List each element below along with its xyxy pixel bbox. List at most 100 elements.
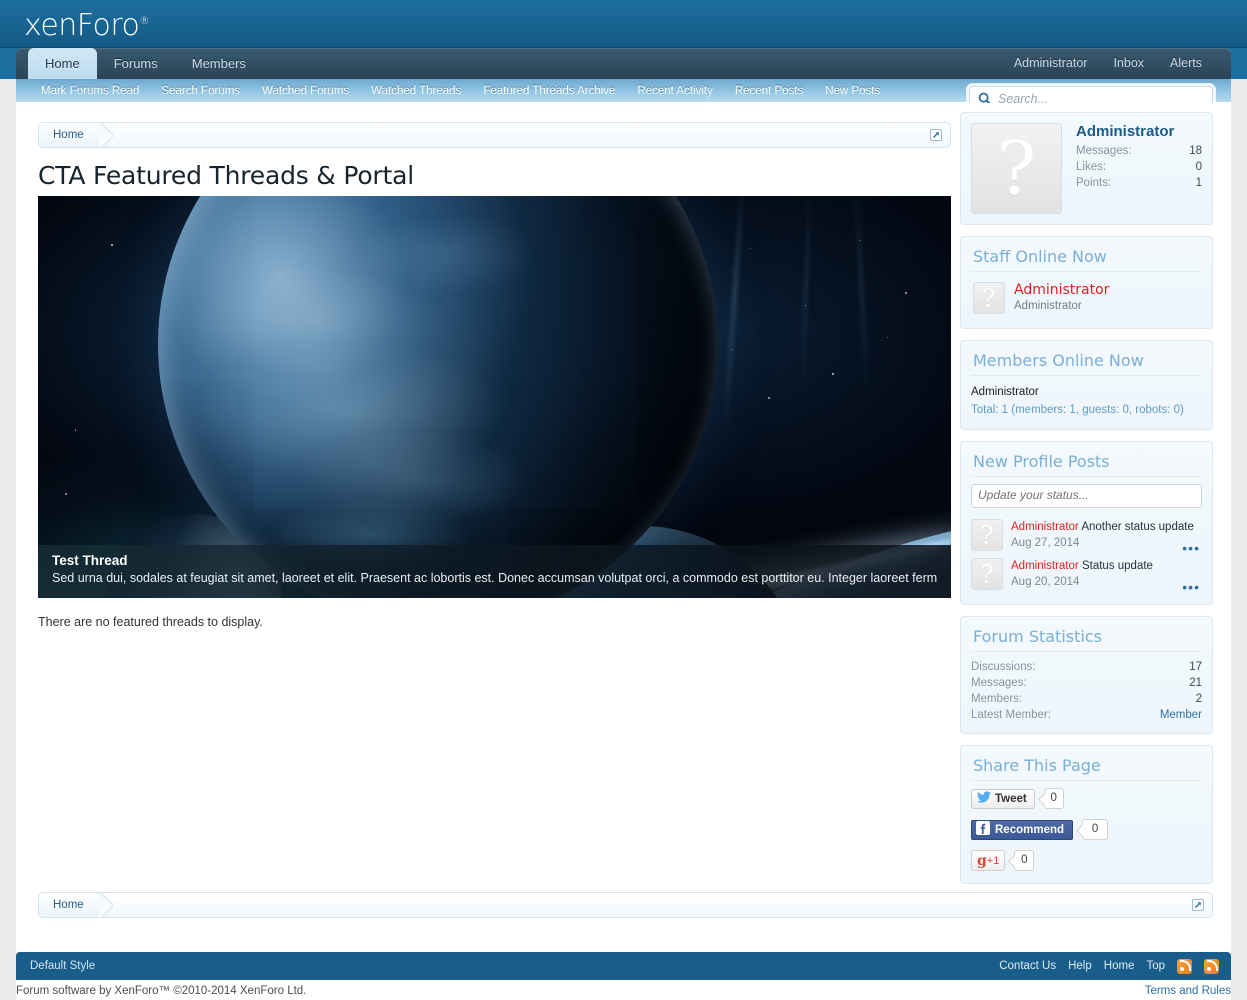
planet-primary <box>158 196 718 598</box>
site-logo[interactable]: xenForo® <box>24 8 149 43</box>
facebook-icon <box>976 821 990 838</box>
profile-post-text: Status update <box>1081 560 1153 572</box>
tweet-count: 0 <box>1043 788 1064 809</box>
profile-post-more-icon[interactable]: ••• <box>1182 580 1200 594</box>
page-title: CTA Featured Threads & Portal <box>38 161 414 190</box>
share-row-twitter: Tweet 0 <box>971 788 1202 809</box>
subnav-search-forums[interactable]: Search Forums <box>150 79 251 103</box>
tweet-button-label: Tweet <box>995 792 1027 805</box>
tab-forums[interactable]: Forums <box>97 48 175 79</box>
avatar[interactable]: ? <box>971 558 1003 590</box>
tweet-button[interactable]: Tweet <box>971 788 1035 809</box>
visitor-stat-points: Points: 1 <box>1076 175 1202 191</box>
avatar-placeholder-glyph: ? <box>980 559 994 589</box>
staff-online-item[interactable]: ? Administrator Administrator <box>971 279 1202 318</box>
nav-link-inbox[interactable]: Inbox <box>1100 48 1157 79</box>
footer-link-top[interactable]: Top <box>1146 960 1165 972</box>
navigation-strip: Home Forums Members Administrator Inbox … <box>0 48 1247 79</box>
site-header: xenForo® <box>0 0 1247 48</box>
staff-online-heading: Staff Online Now <box>971 245 1202 272</box>
footer-link-contact-us[interactable]: Contact Us <box>999 960 1056 972</box>
subnav-mark-forums-read[interactable]: Mark Forums Read <box>30 79 150 103</box>
profile-post-more-icon[interactable]: ••• <box>1182 541 1200 555</box>
breadcrumb-bottom: Home <box>38 892 1213 918</box>
subnav-watched-threads[interactable]: Watched Threads <box>360 79 472 103</box>
profile-post-date: Aug 27, 2014 <box>1011 537 1080 549</box>
terms-and-rules-link[interactable]: Terms and Rules <box>1145 985 1231 997</box>
tab-home[interactable]: Home <box>28 48 97 79</box>
stat-value: 2 <box>1195 693 1202 705</box>
google-plus-count: 0 <box>1014 850 1035 871</box>
subnav-new-posts[interactable]: New Posts <box>814 79 891 103</box>
google-plus-one-button[interactable]: g +1 <box>971 850 1006 871</box>
forum-statistics-block: Forum Statistics Discussions: 17 Message… <box>960 616 1213 734</box>
profile-post-item[interactable]: ? Administrator Status update Aug 20, 20… <box>971 555 1202 594</box>
members-online-heading: Members Online Now <box>971 349 1202 376</box>
stat-label: Messages: <box>971 677 1027 689</box>
stat-value: 18 <box>1189 145 1202 157</box>
footer-link-home[interactable]: Home <box>1104 960 1135 972</box>
nav-link-administrator[interactable]: Administrator <box>1001 48 1101 79</box>
visitor-stat-messages: Messages: 18 <box>1076 143 1202 159</box>
nav-link-alerts[interactable]: Alerts <box>1157 48 1215 79</box>
forum-stat-latest-member: Latest Member: Member <box>971 707 1202 723</box>
staff-member-title: Administrator <box>1014 300 1082 312</box>
avatar-placeholder-glyph: ? <box>980 520 994 550</box>
status-update-input[interactable] <box>971 484 1202 508</box>
jump-to-new-icon[interactable] <box>929 128 943 142</box>
latest-member-link[interactable]: Member <box>1160 707 1202 723</box>
visitor-name[interactable]: Administrator <box>1076 123 1202 140</box>
primary-tabs: Home Forums Members <box>28 48 263 79</box>
subnav-watched-forums[interactable]: Watched Forums <box>251 79 360 103</box>
profile-post-author[interactable]: Administrator <box>1011 560 1079 572</box>
rss-icon-secondary[interactable] <box>1204 958 1219 974</box>
tab-members[interactable]: Members <box>175 48 263 79</box>
featured-thread-snippet: Sed urna dui, sodales at feugiat sit ame… <box>52 571 937 585</box>
share-row-facebook: Recommend 0 <box>971 819 1202 840</box>
breadcrumb-item-home[interactable]: Home <box>39 123 100 147</box>
footer-links: Contact Us Help Home Top <box>999 952 1219 980</box>
members-online-names[interactable]: Administrator <box>971 383 1202 401</box>
profile-post-item[interactable]: ? Administrator Another status update Au… <box>971 516 1202 555</box>
breadcrumb-bottom-item-home[interactable]: Home <box>39 893 100 917</box>
avatar[interactable]: ? <box>971 123 1062 214</box>
forum-stat-discussions: Discussions: 17 <box>971 659 1202 675</box>
google-plus-icon: g <box>977 852 987 869</box>
sidebar: ? Administrator Messages: 18 Likes: 0 Po… <box>960 112 1213 895</box>
stat-value: 1 <box>1195 177 1202 189</box>
share-row-googleplus: g +1 0 <box>971 850 1202 871</box>
share-page-block: Share This Page Tweet 0 Recommend 0 g +1… <box>960 745 1213 884</box>
profile-post-date: Aug 20, 2014 <box>1011 576 1080 588</box>
profile-post-author[interactable]: Administrator <box>1011 521 1079 533</box>
subnav-recent-posts[interactable]: Recent Posts <box>724 79 814 103</box>
account-links: Administrator Inbox Alerts <box>1001 48 1215 79</box>
avatar[interactable]: ? <box>973 282 1005 314</box>
stat-label: Likes: <box>1076 161 1107 173</box>
page-gutter-right <box>1231 48 1247 1000</box>
rss-icon[interactable] <box>1177 958 1192 974</box>
staff-member-name[interactable]: Administrator <box>1014 282 1109 299</box>
jump-to-new-icon[interactable] <box>1191 898 1205 912</box>
featured-thread-caption: Test Thread Sed urna dui, sodales at feu… <box>38 545 951 598</box>
footer-link-help[interactable]: Help <box>1068 960 1092 972</box>
facebook-recommend-button[interactable]: Recommend <box>971 819 1074 840</box>
style-chooser-button[interactable]: Default Style <box>30 952 95 980</box>
avatar[interactable]: ? <box>971 519 1003 551</box>
stat-value: 0 <box>1195 161 1202 173</box>
stat-label: Points: <box>1076 177 1112 189</box>
featured-thread-slider[interactable]: Test Thread Sed urna dui, sodales at feu… <box>38 196 951 598</box>
stat-label: Members: <box>971 693 1023 705</box>
visitor-stat-likes: Likes: 0 <box>1076 159 1202 175</box>
footer-bar: Default Style Contact Us Help Home Top <box>16 952 1231 980</box>
share-page-heading: Share This Page <box>971 754 1202 781</box>
subnav-featured-threads-archive[interactable]: Featured Threads Archive <box>472 79 626 103</box>
forum-stat-messages: Messages: 21 <box>971 675 1202 691</box>
subnav-recent-activity[interactable]: Recent Activity <box>626 79 723 103</box>
featured-thread-title[interactable]: Test Thread <box>52 552 937 570</box>
avatar-placeholder-glyph: ? <box>982 283 996 313</box>
google-plus-label: +1 <box>986 854 1000 867</box>
staff-online-block: Staff Online Now ? Administrator Adminis… <box>960 236 1213 329</box>
page-gutter-left <box>0 48 16 1000</box>
members-online-total: Total: 1 (members: 1, guests: 0, robots:… <box>971 404 1184 416</box>
no-featured-threads-message: There are no featured threads to display… <box>38 615 263 629</box>
